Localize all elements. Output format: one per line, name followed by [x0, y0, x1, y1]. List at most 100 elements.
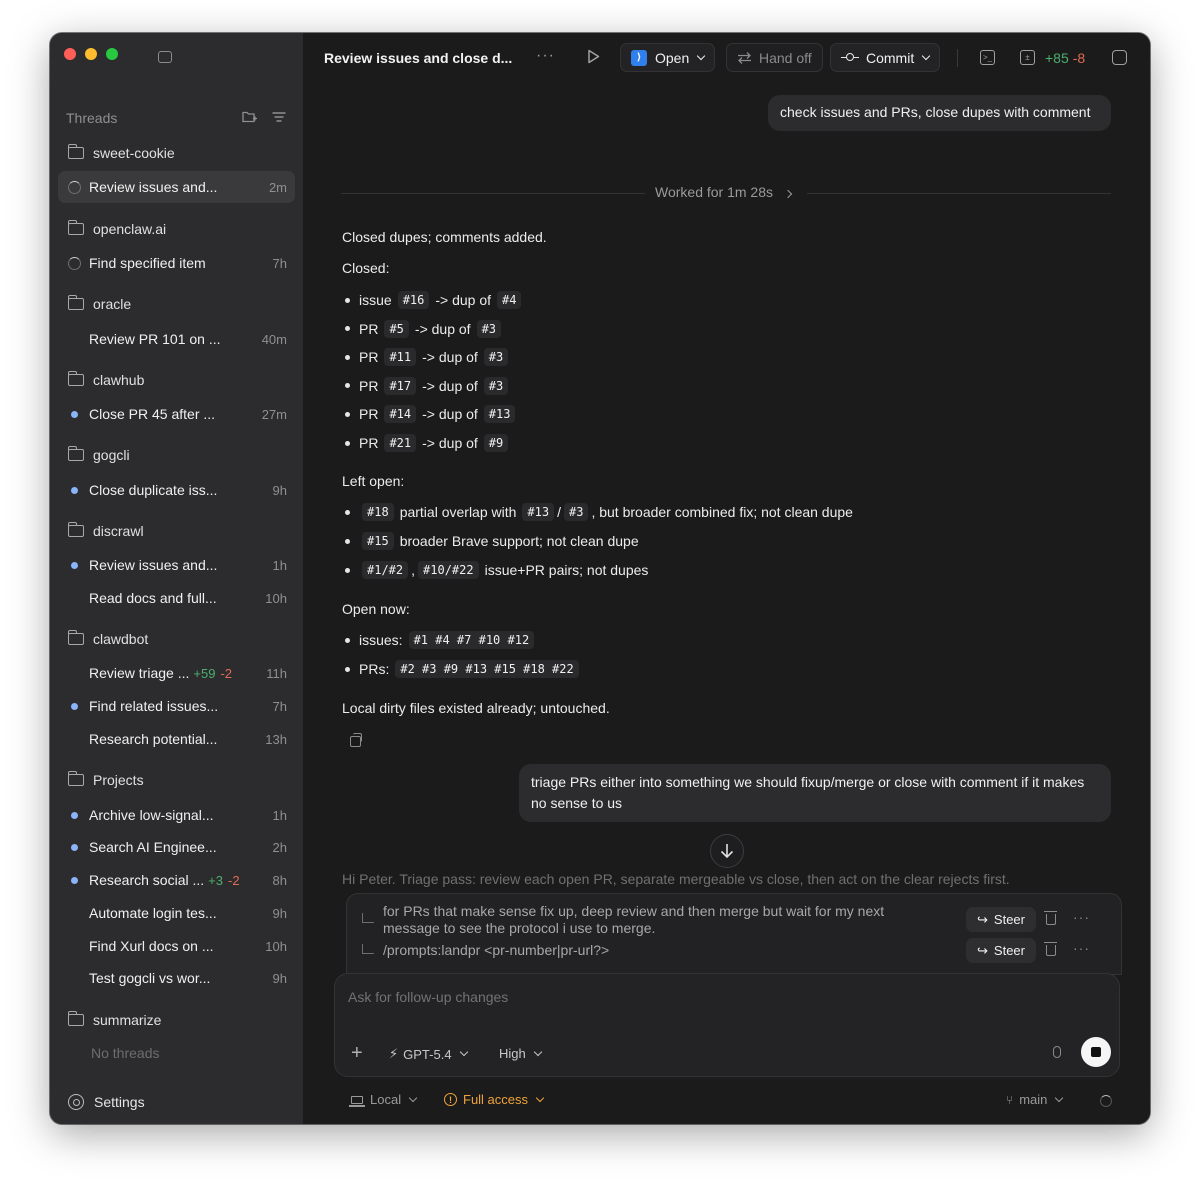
more-options-icon[interactable]: ···	[536, 47, 555, 65]
thread-time: 2h	[272, 839, 287, 855]
thread-item[interactable]: Research potential... 13h	[58, 723, 295, 755]
composer-input[interactable]: Ask for follow-up changes	[348, 989, 508, 1005]
trash-icon[interactable]	[1044, 911, 1057, 925]
closed-item: PR #14 -> dup of #13	[345, 405, 518, 424]
thread-item[interactable]: Search AI Enginee... 2h	[58, 831, 295, 863]
thread-item[interactable]: Find Xurl docs on ... 10h	[58, 930, 295, 962]
summary-text: Closed dupes; comments added.	[342, 229, 547, 245]
project-folder-label: openclaw.ai	[93, 221, 167, 237]
scroll-to-bottom-button[interactable]	[710, 834, 744, 868]
copy-icon[interactable]	[350, 733, 362, 747]
project-folder[interactable]: summarize	[58, 1004, 295, 1036]
sidebar: Threads sweet-cookie Review issues and...…	[50, 33, 303, 1124]
closed-item: PR #21 -> dup of #9	[345, 434, 511, 452]
unread-dot-icon	[66, 561, 82, 569]
thread-time: 2m	[268, 179, 287, 195]
thread-item[interactable]: Test gogcli vs wor... 9h	[58, 962, 295, 994]
composer[interactable]: Ask for follow-up changes + ⚡ GPT-5.4 Hi…	[334, 973, 1120, 1077]
environment-selector[interactable]: Local	[349, 1092, 418, 1107]
sidebar-toggle-icon[interactable]	[158, 51, 172, 63]
zoom-window-button[interactable]	[106, 48, 118, 60]
project-folder[interactable]: sweet-cookie	[58, 137, 295, 169]
project-folder[interactable]: clawdbot	[58, 623, 295, 655]
diff-stat[interactable]: +85 -8	[1045, 50, 1085, 66]
filter-icon[interactable]	[272, 110, 286, 126]
more-options-icon[interactable]: ···	[1073, 940, 1090, 956]
dup-separator: -> dup of	[422, 406, 478, 423]
settings-button[interactable]: Settings	[68, 1094, 145, 1110]
commit-button[interactable]: Commit	[830, 43, 941, 72]
closed-kind: PR	[359, 377, 379, 394]
handoff-label: Hand off	[759, 49, 812, 66]
user-message-text: triage PRs either into something we shou…	[531, 774, 1085, 811]
thread-item[interactable]: Find related issues... 7h	[58, 690, 295, 722]
unread-dot-icon	[66, 486, 82, 494]
assistant-streaming-text: Hi Peter. Triage pass: review each open …	[342, 871, 1010, 887]
thread-time: 1h	[272, 557, 287, 573]
model-selector[interactable]: ⚡ GPT-5.4	[389, 1046, 468, 1062]
project-folder[interactable]: discrawl	[58, 515, 295, 547]
minimize-window-button[interactable]	[85, 48, 97, 60]
thread-item[interactable]: Close PR 45 after ... 27m	[58, 398, 295, 430]
thread-title: Archive low-signal...	[89, 807, 214, 823]
stop-button[interactable]	[1081, 1037, 1111, 1067]
commit-label: Commit	[866, 49, 915, 66]
thread-time: 40m	[261, 331, 287, 347]
thread-item[interactable]: Find specified item 7h	[58, 247, 295, 279]
diff-icon[interactable]: ±	[1020, 50, 1035, 65]
chevron-down-icon	[533, 1047, 542, 1056]
dup-ref: #3	[483, 376, 509, 395]
thread-item[interactable]: Review triage ... +59 -2 11h	[58, 657, 295, 689]
folder-icon	[67, 630, 84, 645]
toolbar-divider	[957, 49, 958, 67]
project-folder[interactable]: oracle	[58, 288, 295, 320]
open-in-editor-button[interactable]: ⟩ Open	[620, 43, 716, 72]
thread-item[interactable]: Read docs and full... 10h	[58, 582, 295, 614]
more-options-icon[interactable]: ···	[1073, 909, 1090, 925]
project-folder[interactable]: clawhub	[58, 364, 295, 396]
left-open-item: #18 partial overlap with #13/#3, but bro…	[345, 503, 853, 521]
unread-dot-icon	[66, 876, 82, 884]
gear-icon	[68, 1094, 84, 1110]
thread-item[interactable]: Research social ... +3 -2 8h	[58, 864, 295, 896]
user-message: triage PRs either into something we shou…	[519, 764, 1111, 822]
thread-item[interactable]: Archive low-signal... 1h	[58, 799, 295, 831]
composer-footer: Local ! Full access ⑂ main	[303, 1090, 1150, 1110]
trash-icon[interactable]	[1044, 942, 1057, 956]
thread-item[interactable]: Review issues and... 2m	[58, 171, 295, 203]
queued-message-text: /prompts:landpr <pr-number|pr-url?>	[383, 942, 610, 958]
steer-button[interactable]: ↪ Steer	[966, 938, 1036, 963]
copy-window-icon[interactable]	[1112, 50, 1127, 65]
diff-deletions: -8	[1072, 50, 1086, 66]
thread-time: 7h	[272, 255, 287, 271]
reasoning-effort-selector[interactable]: High	[499, 1046, 542, 1061]
git-branch-icon: ⑂	[1006, 1092, 1014, 1107]
steer-button[interactable]: ↪ Steer	[966, 907, 1036, 932]
thread-time: 7h	[272, 698, 287, 714]
add-attachment-button[interactable]: +	[351, 1042, 363, 1065]
thread-item[interactable]: Review PR 101 on ... 40m	[58, 323, 295, 355]
thread-title: Close duplicate iss...	[89, 482, 218, 498]
access-selector[interactable]: ! Full access	[444, 1092, 545, 1107]
run-icon[interactable]	[587, 49, 600, 64]
item-ref: #11	[384, 348, 417, 367]
thread-item[interactable]: Automate login tes... 9h	[58, 897, 295, 929]
project-folder[interactable]: Projects	[58, 764, 295, 796]
closed-kind: PR	[359, 349, 379, 366]
microphone-icon[interactable]	[1053, 1046, 1061, 1058]
new-folder-icon[interactable]	[242, 110, 257, 126]
handoff-button[interactable]: Hand off	[726, 43, 823, 72]
worked-for-divider[interactable]: Worked for 1m 28s	[341, 183, 1111, 203]
thread-deletions: -2	[220, 665, 232, 681]
item-ref: #16	[397, 291, 430, 309]
thread-item[interactable]: Close duplicate iss... 9h	[58, 474, 295, 506]
project-folder[interactable]: openclaw.ai	[58, 213, 295, 245]
branch-selector[interactable]: ⑂ main	[1006, 1092, 1064, 1107]
local-note: Local dirty files existed already; untou…	[342, 700, 610, 716]
terminal-icon[interactable]: >_	[980, 50, 995, 65]
laptop-icon	[349, 1095, 365, 1107]
project-folder[interactable]: gogcli	[58, 439, 295, 471]
thread-item[interactable]: Review issues and... 1h	[58, 549, 295, 581]
open-now-heading: Open now:	[342, 601, 410, 617]
close-window-button[interactable]	[64, 48, 76, 60]
